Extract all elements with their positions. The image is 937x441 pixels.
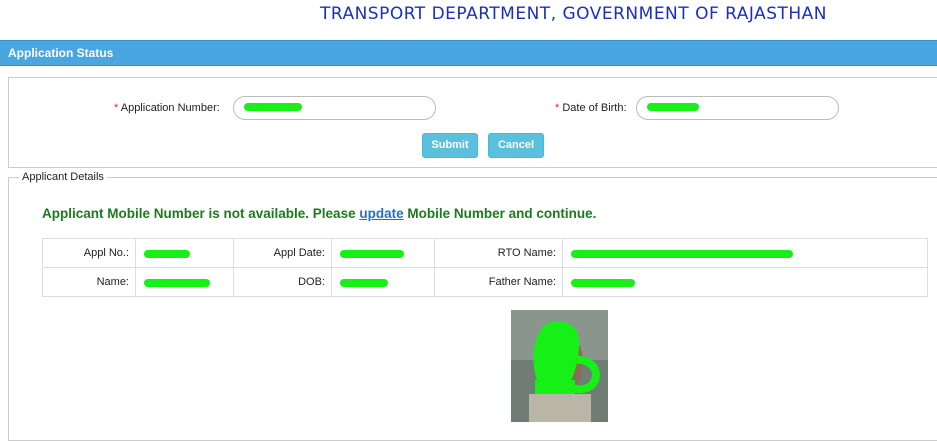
rto-name-label: RTO Name: (434, 238, 563, 268)
redaction-mark (244, 103, 302, 111)
dob-table-label: DOB: (233, 267, 332, 297)
table-row: Appl No.: Appl Date: RTO Name: (42, 238, 928, 268)
dob-label: * Date of Birth: (555, 102, 627, 114)
photo-image (511, 310, 608, 422)
page-header-title: TRANSPORT DEPARTMENT, GOVERNMENT OF RAJA… (319, 4, 828, 24)
mobile-notice: Applicant Mobile Number is not available… (42, 206, 596, 221)
cancel-button[interactable]: Cancel (488, 133, 544, 158)
redaction-mark (144, 279, 210, 287)
table-row: Name: DOB: Father Name: (42, 267, 928, 297)
search-panel: * Application Number: * Date of Birth: S… (8, 77, 937, 168)
redaction-mark (340, 279, 388, 287)
appl-no-label: Appl No.: (42, 238, 136, 268)
applicant-details-legend: Applicant Details (22, 171, 104, 183)
redaction-mark (647, 103, 699, 111)
dob-input[interactable] (636, 96, 839, 120)
status-bar: Application Status (0, 40, 937, 66)
submit-button[interactable]: Submit (422, 133, 478, 158)
applicant-photo (511, 310, 608, 422)
name-value (135, 267, 234, 297)
redaction-mark (144, 250, 190, 258)
dob-table-value (331, 267, 435, 297)
appl-no-value (135, 238, 234, 268)
required-marker: * (555, 102, 560, 114)
appl-date-label: Appl Date: (233, 238, 332, 268)
redaction-mark (340, 250, 404, 258)
appl-date-value (331, 238, 435, 268)
name-label: Name: (42, 267, 136, 297)
required-marker: * (114, 102, 119, 114)
application-number-input[interactable] (233, 96, 436, 120)
application-number-label: * Application Number: (114, 102, 220, 114)
redaction-mark (571, 250, 793, 258)
applicant-info-table: Appl No.: Appl Date: RTO Name: Name: DOB… (42, 238, 928, 297)
father-name-value (562, 267, 928, 297)
dob-label-text: Date of Birth: (562, 102, 627, 114)
father-name-label: Father Name: (434, 267, 563, 297)
rto-name-value (562, 238, 928, 268)
status-bar-title: Application Status (8, 46, 114, 60)
application-number-label-text: Application Number: (120, 102, 220, 114)
notice-text-after: Mobile Number and continue. (403, 206, 597, 221)
redaction-mark (571, 279, 635, 287)
update-link[interactable]: update (359, 206, 403, 221)
notice-text-before: Applicant Mobile Number is not available… (42, 206, 360, 221)
